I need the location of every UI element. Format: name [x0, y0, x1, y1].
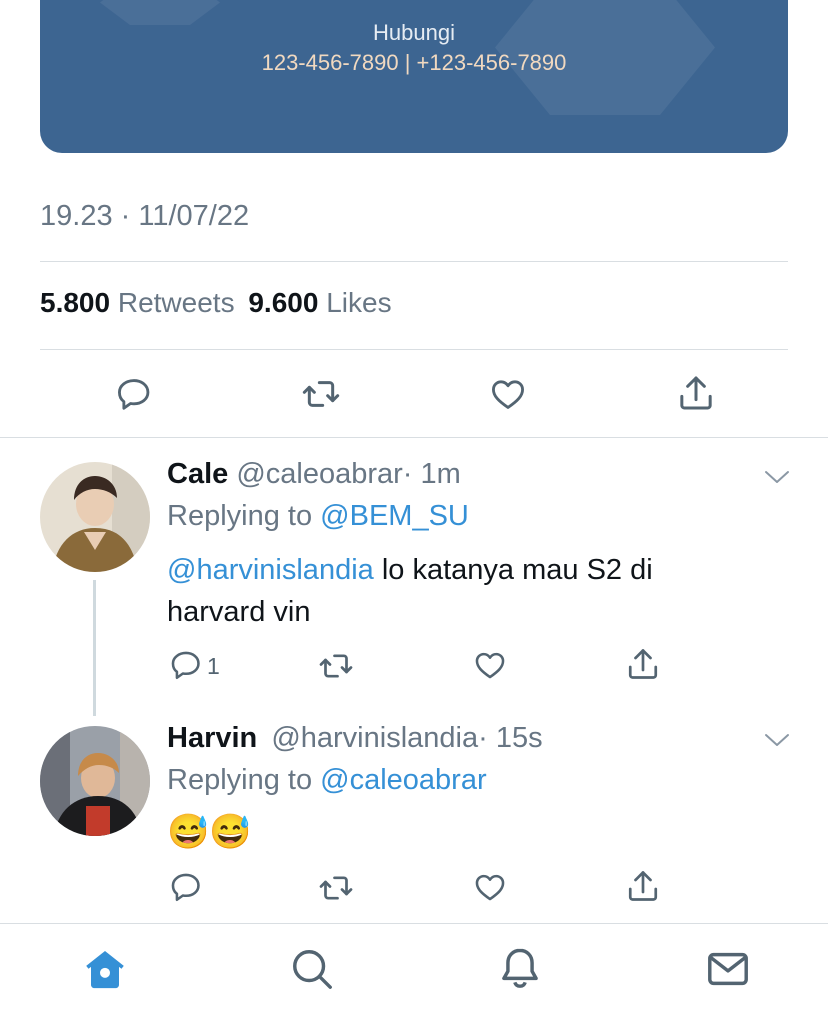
tweet-timestamp: 19.23 · 11/07/22	[40, 200, 250, 232]
user-handle[interactable]: @caleoabrar	[236, 458, 402, 490]
share-icon[interactable]	[625, 868, 661, 909]
avatar[interactable]	[40, 726, 150, 836]
replying-prefix: Replying to	[167, 500, 313, 532]
reply-icon[interactable]	[115, 375, 153, 418]
avatar[interactable]	[40, 462, 150, 572]
tweet-stats: 5.800 Retweets 9.600 Likes	[40, 287, 392, 319]
reply-time: · 1m	[402, 458, 461, 490]
divider	[0, 437, 828, 438]
bottom-tab-bar	[0, 924, 828, 1022]
chevron-down-icon[interactable]	[763, 467, 791, 492]
retweet-icon[interactable]	[317, 648, 355, 689]
like-icon[interactable]	[472, 870, 508, 909]
reply-text: @harvinislandia lo katanya mau S2 di har…	[167, 549, 767, 633]
divider	[40, 349, 788, 350]
reply-count: 1	[207, 653, 220, 679]
user-handle[interactable]: @harvinislandia	[271, 722, 478, 754]
banner-phones: 123-456-7890 | +123-456-7890	[261, 50, 567, 75]
reply-text-line-2: harvard vin	[167, 596, 311, 628]
banner-title: Hubungi	[373, 20, 455, 45]
search-icon[interactable]	[289, 946, 335, 997]
reply-time: · 15s	[478, 722, 543, 754]
notifications-icon[interactable]	[497, 944, 543, 997]
reply-emojis: 😅😅	[167, 813, 252, 851]
reply-text-line-1: lo katanya mau S2 di	[373, 554, 653, 586]
replying-to-link[interactable]: @caleoabrar	[320, 764, 486, 796]
share-icon[interactable]	[676, 373, 716, 418]
reply-icon[interactable]	[169, 870, 203, 909]
share-icon[interactable]	[625, 646, 661, 687]
retweets-label[interactable]: Retweets	[118, 287, 235, 318]
likes-count[interactable]: 9.600	[248, 287, 318, 318]
mention-link[interactable]: @harvinislandia	[167, 554, 374, 586]
reply-icon[interactable]	[169, 648, 203, 687]
divider	[40, 261, 788, 262]
display-name[interactable]: Harvin	[167, 722, 257, 754]
chevron-down-icon[interactable]	[763, 730, 791, 755]
replying-to-link[interactable]: @BEM_SU	[320, 500, 469, 532]
likes-label[interactable]: Likes	[326, 287, 391, 318]
retweet-icon[interactable]	[317, 870, 355, 911]
replying-prefix: Replying to	[167, 764, 313, 796]
thread-line	[93, 580, 96, 716]
messages-icon[interactable]	[705, 946, 751, 997]
reply-header: Harvin @harvinislandia· 15s	[167, 722, 543, 755]
replying-to: Replying to @BEM_SU	[167, 500, 469, 533]
tweet-media-banner[interactable]: Hubungi 123-456-7890 | +123-456-7890	[40, 0, 788, 153]
like-icon[interactable]	[488, 375, 528, 418]
replying-to: Replying to @caleoabrar	[167, 764, 487, 797]
like-icon[interactable]	[472, 648, 508, 687]
retweet-icon[interactable]	[300, 374, 342, 419]
home-icon[interactable]	[82, 946, 128, 997]
display-name[interactable]: Cale	[167, 458, 228, 490]
reply-header: Cale @caleoabrar· 1m	[167, 458, 461, 491]
retweets-count[interactable]: 5.800	[40, 287, 110, 318]
